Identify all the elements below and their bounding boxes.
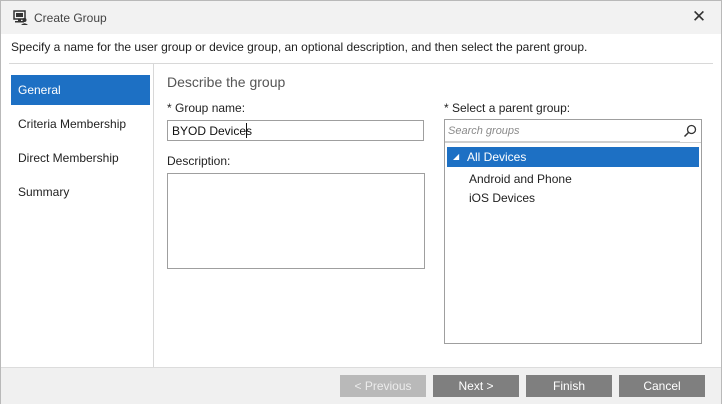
- nav-item-criteria-membership[interactable]: Criteria Membership: [11, 109, 150, 139]
- nav-item-general[interactable]: General: [11, 75, 150, 105]
- divider: [9, 63, 713, 64]
- description-label: Description:: [167, 154, 231, 168]
- expand-collapse-icon[interactable]: ◢: [453, 147, 459, 167]
- parent-group-picker: ◢ All Devices Android and Phone iOS Devi…: [444, 119, 702, 344]
- search-icon[interactable]: [683, 124, 697, 138]
- title-bar: Create Group ✕: [1, 1, 721, 34]
- finish-button[interactable]: Finish: [526, 375, 612, 397]
- tree-node-android-and-phone[interactable]: Android and Phone: [469, 169, 572, 189]
- text-cursor: [246, 123, 247, 138]
- previous-button[interactable]: < Previous: [340, 375, 426, 397]
- description-input[interactable]: [167, 173, 425, 269]
- cancel-button[interactable]: Cancel: [619, 375, 705, 397]
- create-group-dialog: Create Group ✕ Specify a name for the us…: [0, 0, 722, 404]
- instructions-text: Specify a name for the user group or dev…: [11, 40, 588, 54]
- vertical-divider: [153, 64, 154, 367]
- footer-bar: < Previous Next > Finish Cancel: [1, 367, 721, 404]
- group-name-input[interactable]: [167, 120, 424, 141]
- parent-group-label: * Select a parent group:: [444, 101, 571, 115]
- tree-node-all-devices[interactable]: ◢ All Devices: [447, 147, 699, 167]
- device-group-icon: [13, 10, 28, 25]
- tree-node-ios-devices[interactable]: iOS Devices: [469, 188, 535, 208]
- nav-item-summary[interactable]: Summary: [11, 177, 150, 207]
- tree-node-label: All Devices: [467, 150, 527, 164]
- section-title: Describe the group: [167, 74, 286, 90]
- search-groups-input[interactable]: [445, 120, 680, 142]
- close-icon: ✕: [691, 7, 707, 26]
- search-divider: [445, 142, 701, 143]
- close-button[interactable]: ✕: [689, 7, 709, 27]
- wizard-nav: General Criteria Membership Direct Membe…: [11, 75, 150, 211]
- group-name-label: * Group name:: [167, 101, 246, 115]
- next-button[interactable]: Next >: [433, 375, 519, 397]
- nav-item-direct-membership[interactable]: Direct Membership: [11, 143, 150, 173]
- window-title: Create Group: [34, 11, 107, 25]
